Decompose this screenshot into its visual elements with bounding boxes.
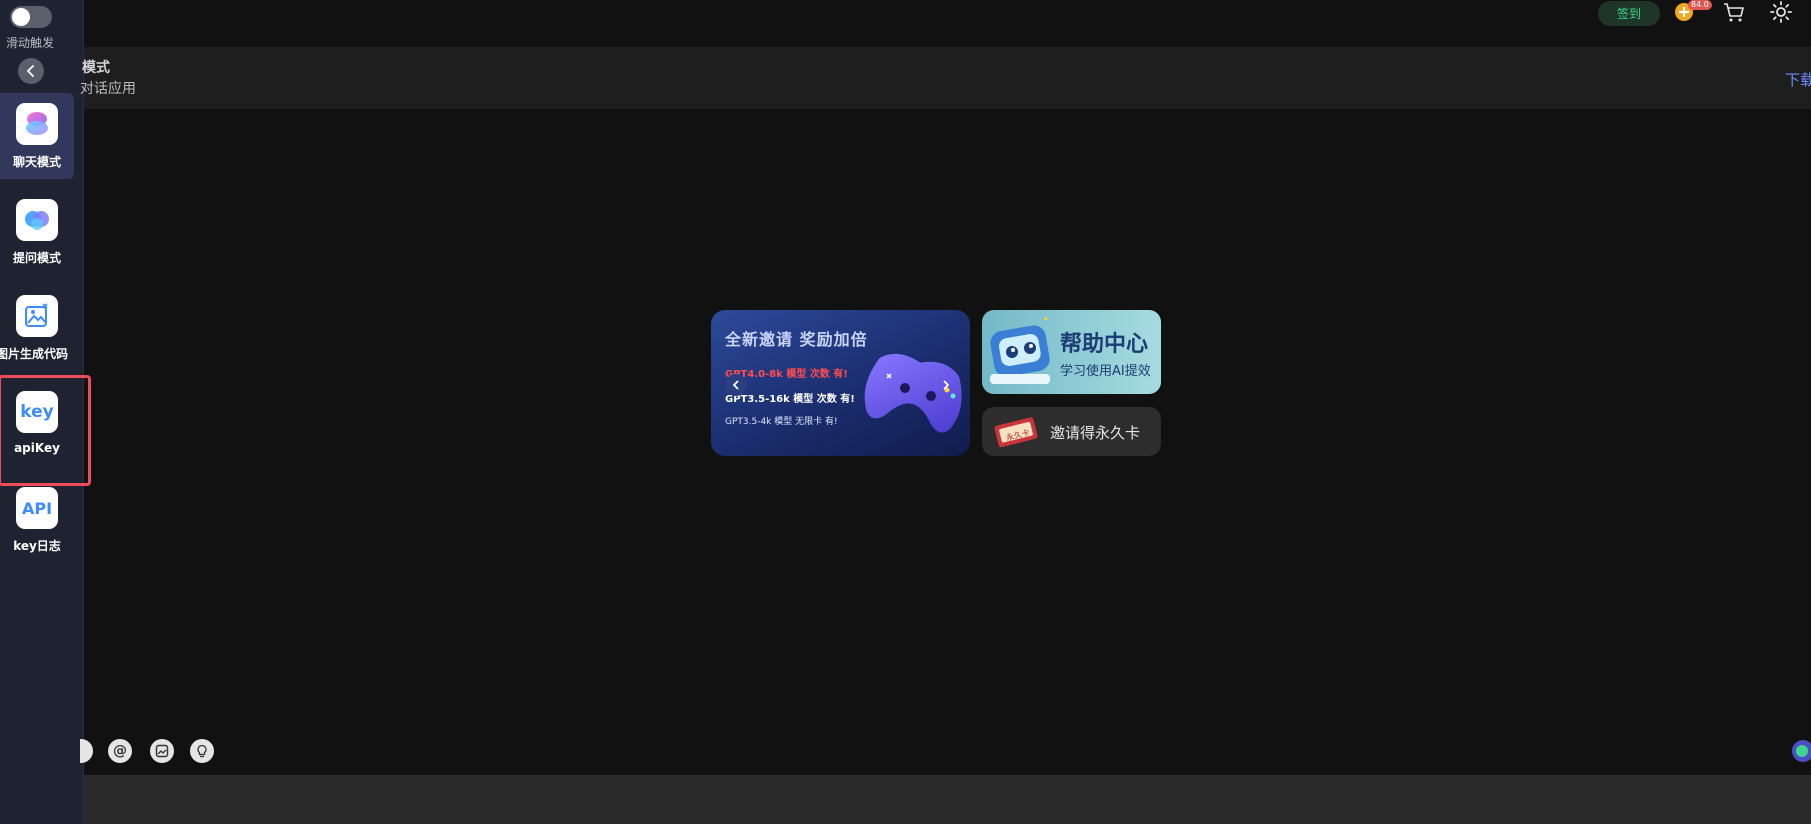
chat-input-bar[interactable] bbox=[84, 775, 1811, 824]
settings-icon[interactable] bbox=[1769, 0, 1793, 28]
cart-icon[interactable] bbox=[1722, 0, 1746, 28]
ask-mode-icon bbox=[16, 199, 58, 241]
invite-permanent-card-banner[interactable]: 永久卡 邀请得永久卡 bbox=[982, 407, 1161, 456]
status-dot-icon bbox=[1796, 745, 1808, 757]
robot-icon bbox=[990, 316, 1050, 384]
highlight-box bbox=[0, 375, 91, 486]
sidebar-item-label: 图片生成代码 bbox=[0, 347, 68, 361]
invite-promo-banner[interactable]: 全新邀请 奖励加倍 GPT4.0-8k 模型 次数 有! GPT3.5-16k … bbox=[711, 310, 970, 456]
image-upload-button[interactable] bbox=[150, 739, 174, 763]
download-link[interactable]: 下载 bbox=[1785, 69, 1811, 90]
carousel-prev-button[interactable] bbox=[725, 374, 747, 396]
chevron-left-icon bbox=[732, 380, 739, 390]
circle-icon bbox=[80, 739, 93, 763]
banner-line: GPT3.5-16k 模型 次数 有! bbox=[725, 394, 855, 405]
signin-button[interactable]: 签到 bbox=[1598, 1, 1660, 26]
image-icon bbox=[155, 744, 169, 758]
sidebar-item-image-to-code[interactable]: 图片生成代码 bbox=[0, 285, 74, 371]
tool-button-partial[interactable] bbox=[80, 739, 93, 763]
api-log-icon: API bbox=[16, 487, 58, 529]
sidebar-item-ask-mode[interactable]: 提问模式 bbox=[0, 189, 74, 275]
mention-button[interactable]: @ bbox=[108, 739, 132, 763]
toggle-label: 滑动触发 bbox=[6, 36, 55, 50]
swipe-trigger-toggle[interactable] bbox=[10, 6, 52, 28]
sidebar-item-label: 聊天模式 bbox=[12, 155, 61, 169]
assistant-toggle[interactable] bbox=[1792, 740, 1811, 762]
sidebar-item-chat-mode[interactable]: 聊天模式 bbox=[0, 93, 74, 179]
top-bar bbox=[84, 0, 1811, 47]
chat-mode-icon bbox=[16, 103, 58, 145]
image-to-code-icon bbox=[16, 295, 58, 337]
toggle-knob bbox=[12, 8, 30, 26]
collapse-sidebar-button[interactable] bbox=[18, 58, 44, 84]
chevron-right-icon bbox=[943, 380, 950, 390]
banner-title: 全新邀请 奖励加倍 bbox=[725, 330, 868, 349]
at-icon: @ bbox=[113, 743, 127, 759]
prompt-tips-button[interactable] bbox=[190, 739, 214, 763]
sidebar-item-label: 提问模式 bbox=[12, 251, 61, 265]
lightbulb-icon bbox=[197, 744, 207, 758]
mode-description: 对话应用 bbox=[80, 81, 136, 97]
coin-count-badge: 84.0 bbox=[1688, 0, 1712, 10]
sidebar-item-key-log[interactable]: API key日志 bbox=[0, 477, 74, 563]
help-center-banner[interactable]: 帮助中心 学习使用AI提效 bbox=[982, 310, 1161, 394]
help-center-title: 帮助中心 bbox=[1060, 332, 1149, 357]
invite-label: 邀请得永久卡 bbox=[1050, 424, 1141, 442]
mode-header: 模式 对话应用 下载 bbox=[80, 47, 1811, 109]
help-center-subtitle: 学习使用AI提效 bbox=[1060, 364, 1151, 379]
carousel-next-button[interactable] bbox=[935, 374, 957, 396]
api-icon-text: API bbox=[21, 498, 53, 518]
chevron-left-icon bbox=[26, 65, 34, 77]
banner-line: GPT3.5-4k 模型 无限卡 有! bbox=[725, 417, 838, 427]
ticket-icon: 永久卡 bbox=[994, 417, 1038, 448]
mode-title: 模式 bbox=[82, 60, 110, 76]
sidebar-item-label: key日志 bbox=[13, 539, 61, 553]
